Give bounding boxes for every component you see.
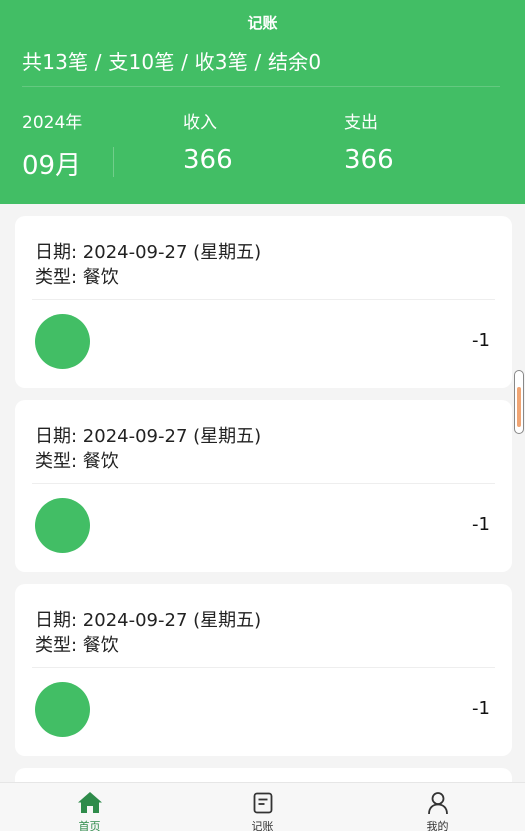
bottom-tab-bar: 首页 记账 我的 — [0, 782, 525, 831]
user-icon — [427, 792, 448, 815]
category-icon — [35, 682, 90, 737]
record-type: 类型: 餐饮 — [35, 267, 119, 288]
summary-text: 共13笔 / 支10笔 / 收3笔 / 结余0 — [22, 50, 322, 74]
income-stat: 收入 366 — [183, 108, 233, 175]
year-label: 2024年 — [22, 113, 83, 133]
home-icon — [77, 792, 102, 813]
stat-separator — [113, 147, 114, 177]
month-picker[interactable]: 2024年 09月 — [22, 108, 82, 182]
record-date: 日期: 2024-09-27 (星期五) — [35, 242, 262, 263]
record-amount: -1 — [472, 514, 490, 535]
record-card[interactable]: 日期: 2024-09-27 (星期五) 类型: 餐饮 -1 — [15, 400, 512, 572]
tab-mine[interactable]: 我的 — [350, 783, 525, 831]
category-icon — [35, 314, 90, 369]
scrollbar[interactable] — [514, 370, 524, 434]
month-value: 09月 — [22, 151, 82, 181]
record-card[interactable]: 日期: 2024-09-27 (星期五) 类型: 餐饮 -1 — [15, 216, 512, 388]
record-amount: -1 — [472, 330, 490, 351]
income-value: 366 — [183, 145, 233, 175]
expense-label: 支出 — [344, 113, 378, 133]
card-divider — [32, 299, 495, 300]
tab-home-label: 首页 — [78, 820, 101, 831]
category-icon — [35, 498, 90, 553]
record-card[interactable]: 日期: 2024-09-27 (星期五) 类型: 餐饮 -1 — [15, 584, 512, 756]
document-icon — [253, 792, 272, 814]
card-divider — [32, 667, 495, 668]
expense-value: 366 — [344, 145, 394, 175]
tab-home[interactable]: 首页 — [2, 783, 177, 831]
card-divider — [32, 483, 495, 484]
record-list: 日期: 2024-09-27 (星期五) 类型: 餐饮 -1 日期: 2024-… — [15, 216, 512, 820]
scrollbar-thumb[interactable] — [517, 387, 521, 427]
tab-bookkeeping-label: 记账 — [251, 820, 274, 831]
record-date: 日期: 2024-09-27 (星期五) — [35, 426, 262, 447]
summary-header: 记账 共13笔 / 支10笔 / 收3笔 / 结余0 2024年 09月 收入 … — [0, 0, 525, 204]
income-label: 收入 — [183, 113, 217, 133]
expense-stat: 支出 366 — [344, 108, 394, 175]
tab-bookkeeping[interactable]: 记账 — [175, 783, 350, 831]
page-title: 记账 — [247, 14, 278, 32]
app-screen: 记账 共13笔 / 支10笔 / 收3笔 / 结余0 2024年 09月 收入 … — [0, 0, 525, 831]
record-type: 类型: 餐饮 — [35, 635, 119, 656]
record-type: 类型: 餐饮 — [35, 451, 119, 472]
tab-mine-label: 我的 — [426, 820, 449, 831]
header-divider — [22, 86, 500, 87]
record-date: 日期: 2024-09-27 (星期五) — [35, 610, 262, 631]
record-amount: -1 — [472, 698, 490, 719]
